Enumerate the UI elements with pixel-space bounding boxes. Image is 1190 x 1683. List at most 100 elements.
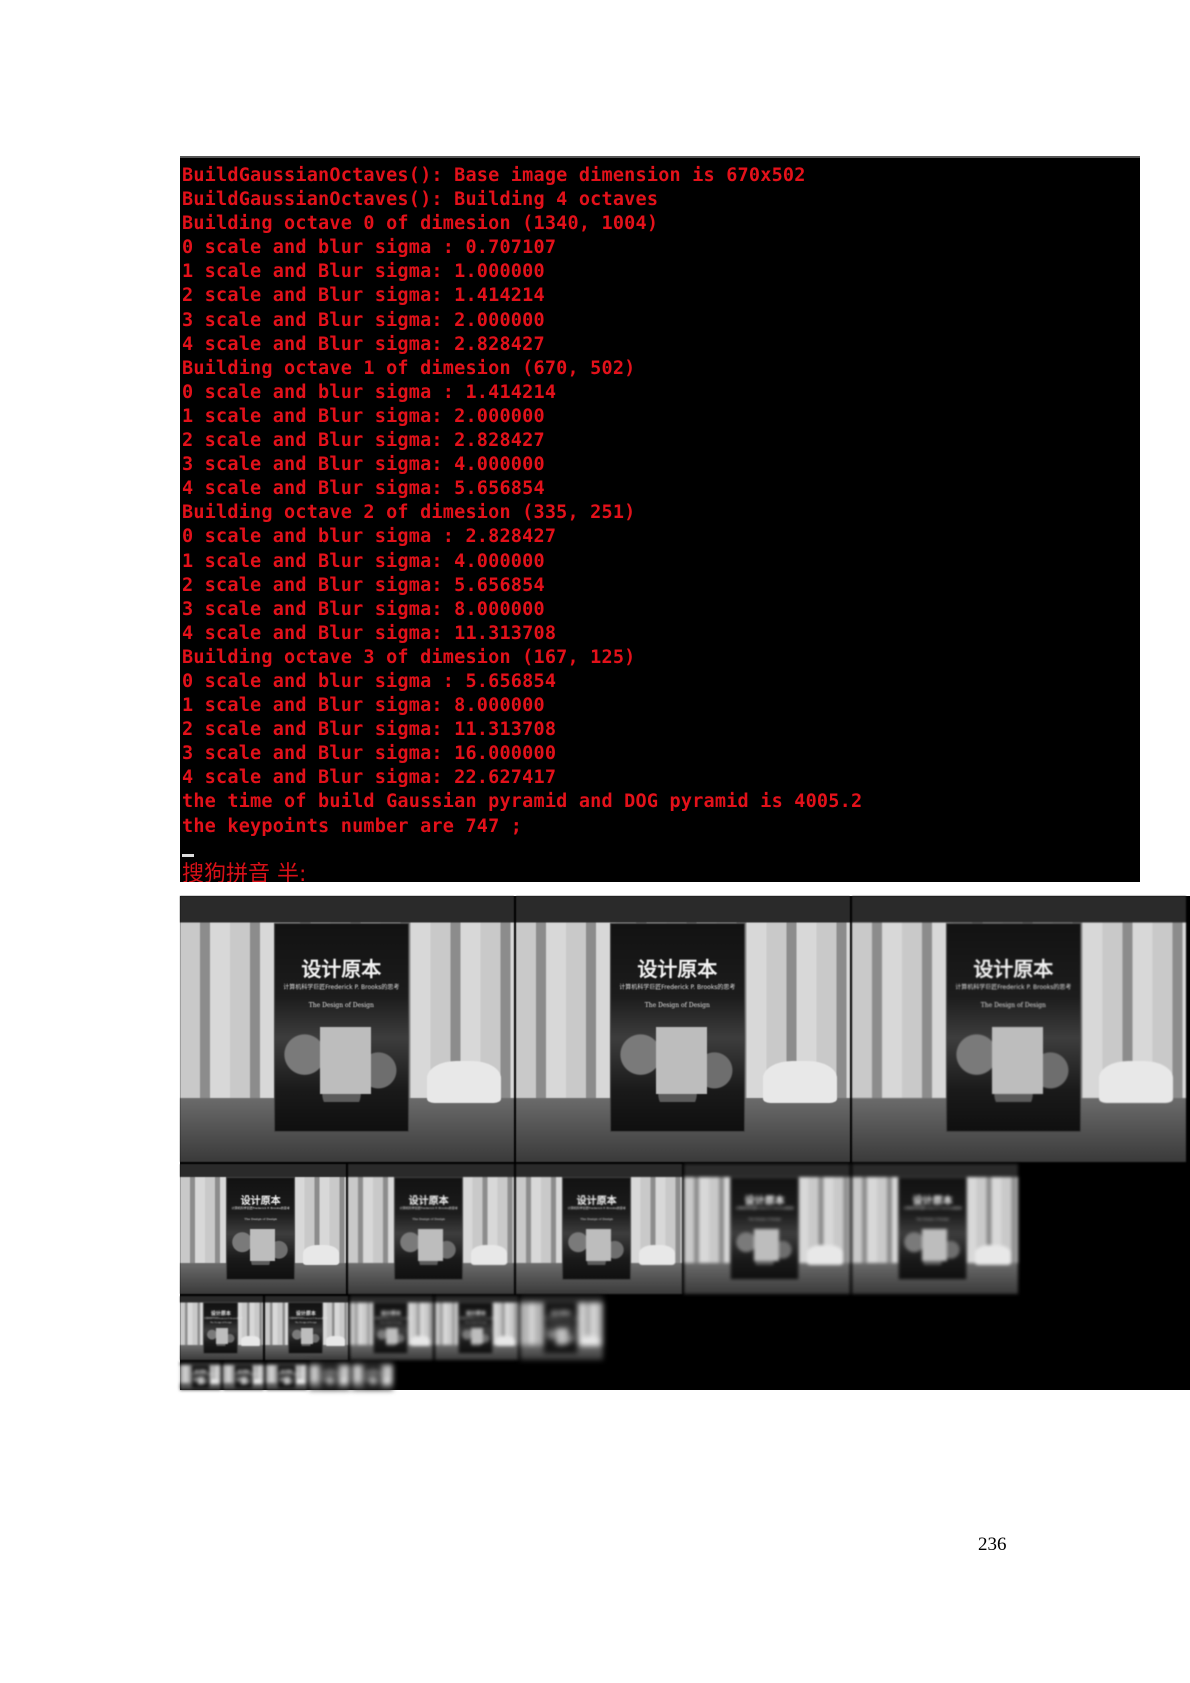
book-subtitle: 计算机科学巨匠Frederick P. Brooks的思考 xyxy=(567,1206,626,1211)
pyramid-tile: 设计原本计算机科学巨匠Frederick P. Brooks的思考The Des… xyxy=(223,1362,264,1390)
book-english-title: The Design of Design xyxy=(412,1216,445,1221)
lamp xyxy=(241,1335,260,1346)
console-line: Building octave 0 of dimesion (1340, 100… xyxy=(182,213,659,235)
book-title: 设计原本 xyxy=(973,956,1054,981)
book-title: 设计原本 xyxy=(301,956,382,981)
lamp xyxy=(763,1060,837,1104)
console-line: 1 scale and Blur sigma: 2.000000 xyxy=(182,405,545,427)
book-english-title: The Design of Design xyxy=(980,1002,1046,1010)
cover-photo xyxy=(370,1376,377,1384)
console-line: 0 scale and blur sigma : 5.656854 xyxy=(182,670,557,692)
pyramid-tile: 设计原本计算机科学巨匠Frederick P. Brooks的思考The Des… xyxy=(352,1362,393,1390)
lamp xyxy=(339,1379,349,1384)
console-line: 2 scale and Blur sigma: 11.313708 xyxy=(182,719,557,741)
book-english-title: The Design of Design xyxy=(644,1002,710,1010)
book-title: 设计原本 xyxy=(240,1196,281,1208)
book-subtitle: 计算机科学巨匠Frederick P. Brooks的思考 xyxy=(399,1206,458,1211)
book-english-title: The Design of Design xyxy=(294,1322,317,1325)
book-cover: 设计原本计算机科学巨匠Frederick P. Brooks的思考The Des… xyxy=(288,1302,328,1355)
console-line: 4 scale and Blur sigma: 22.627417 xyxy=(182,767,557,789)
pyramid-tile: 设计原本计算机科学巨匠Frederick P. Brooks的思考 The Des… xyxy=(852,1164,1018,1294)
lamp xyxy=(581,1335,600,1346)
lamp xyxy=(1099,1060,1173,1104)
book-cover: 设计原本计算机科学巨匠Frederick P. Brooks的思考The Des… xyxy=(191,1364,221,1389)
console-line: 2 scale and Blur sigma: 5.656854 xyxy=(182,574,545,596)
cover-photo xyxy=(470,1328,484,1345)
pyramid-tile: 设计原本计算机科学巨匠Frederick P. Brooks的思考 The Des… xyxy=(852,896,1186,1162)
book-subtitle: 计算机科学巨匠Frederick P. Brooks的思考 xyxy=(283,983,400,991)
pyramid-tile: 设计原本计算机科学巨匠Frederick P. Brooks的思考The Des… xyxy=(180,1164,346,1294)
lamp xyxy=(296,1379,306,1384)
console-line: 1 scale and Blur sigma: 1.000000 xyxy=(182,261,545,283)
cover-photo xyxy=(385,1328,399,1345)
pyramid-tile: 设计原本计算机科学巨匠Frederick P. Brooks的思考The Des… xyxy=(266,1362,307,1390)
book-cover: 设计原本计算机科学巨匠Frederick P. Brooks的思考The Des… xyxy=(543,1302,583,1355)
book-english-title: The Design of Design xyxy=(321,1374,344,1377)
book-title: 设计原本 xyxy=(637,956,718,981)
book-cover: 设计原本计算机科学巨匠Frederick P. Brooks的思考The Des… xyxy=(320,1364,350,1389)
ime-status-bar: 搜狗拼音 半: xyxy=(182,862,307,882)
console-line: 1 scale and Blur sigma: 8.000000 xyxy=(182,695,545,717)
pyramid-tile: 设计原本计算机科学巨匠Frederick P. Brooks的思考The Des… xyxy=(684,1164,850,1294)
pyramid-tile: 设计原本计算机科学巨匠Frederick P. Brooks的思考The Des… xyxy=(180,1296,263,1360)
console-line: 3 scale and Blur sigma: 4.000000 xyxy=(182,454,545,476)
pyramid-tile: 设计原本计算机科学巨匠Frederick P. Brooks的思考The Des… xyxy=(309,1362,350,1390)
console-output: BuildGaussianOctaves(): Base image dimen… xyxy=(182,164,862,839)
book-english-title: The Design of Design xyxy=(748,1216,781,1221)
lamp xyxy=(427,1060,501,1104)
book-cover: 设计原本计算机科学巨匠Frederick P. Brooks的思考 The Des… xyxy=(394,1177,463,1281)
cover-photo xyxy=(922,1228,948,1262)
pyramid-tile: 设计原本计算机科学巨匠Frederick P. Brooks的思考The Des… xyxy=(265,1296,348,1360)
book-subtitle: 计算机科学巨匠Frederick P. Brooks的思考 xyxy=(204,1318,243,1321)
book-title: 设计原本 xyxy=(465,1311,486,1318)
cover-photo xyxy=(198,1376,205,1384)
book-english-title: The Design of Design xyxy=(192,1374,215,1377)
book-title: 设计原本 xyxy=(408,1196,449,1208)
cover-photo xyxy=(586,1228,612,1262)
console-line: BuildGaussianOctaves(): Building 4 octav… xyxy=(182,189,659,211)
pyramid-tile: 设计原本计算机科学巨匠Frederick P. Brooks的思考The Des… xyxy=(435,1296,518,1360)
lamp xyxy=(411,1335,430,1346)
console-line: 0 scale and blur sigma : 1.414214 xyxy=(182,381,557,403)
console-line: 2 scale and Blur sigma: 1.414214 xyxy=(182,285,545,307)
console-line: 3 scale and Blur sigma: 16.000000 xyxy=(182,743,557,765)
book-english-title: The Design of Design xyxy=(244,1216,277,1221)
book-cover: 设计原本计算机科学巨匠Frederick P. Brooks的思考 The Des… xyxy=(273,922,410,1133)
book-cover: 设计原本计算机科学巨匠Frederick P. Brooks的思考 The Des… xyxy=(562,1177,631,1281)
console-screenshot: BuildGaussianOctaves(): Base image dimen… xyxy=(180,156,1140,882)
book-cover: 设计原本计算机科学巨匠Frederick P. Brooks的思考The Des… xyxy=(226,1177,295,1281)
book-subtitle: 计算机科学巨匠Frederick P. Brooks的思考 xyxy=(289,1318,328,1321)
book-title: 设计原本 xyxy=(744,1196,785,1208)
pyramid-tile: 设计原本计算机科学巨匠Frederick P. Brooks的思考 The Des… xyxy=(180,896,514,1162)
console-line: the keypoints number are 747 ; xyxy=(182,815,523,837)
book-cover: 设计原本计算机科学巨匠Frederick P. Brooks的思考The Des… xyxy=(234,1364,264,1389)
book-cover: 设计原本计算机科学巨匠Frederick P. Brooks的思考 The Des… xyxy=(609,922,746,1133)
book-subtitle: 计算机科学巨匠Frederick P. Brooks的思考 xyxy=(544,1318,583,1321)
book-english-title: The Design of Design xyxy=(308,1002,374,1010)
lamp xyxy=(496,1335,515,1346)
book-subtitle: 计算机科学巨匠Frederick P. Brooks的思考 xyxy=(459,1318,498,1321)
book-cover: 设计原本计算机科学巨匠Frederick P. Brooks的思考The Des… xyxy=(363,1364,393,1389)
cover-photo xyxy=(327,1376,334,1384)
book-title: 设计原本 xyxy=(210,1311,231,1318)
cover-photo xyxy=(418,1228,444,1262)
book-title: 设计原本 xyxy=(576,1196,617,1208)
book-english-title: The Design of Design xyxy=(916,1216,949,1221)
lamp xyxy=(326,1335,345,1346)
cover-photo xyxy=(555,1328,569,1345)
book-title: 设计原本 xyxy=(550,1311,571,1318)
console-line: the time of build Gaussian pyramid and D… xyxy=(182,791,863,813)
cover-photo xyxy=(250,1228,276,1262)
book-english-title: The Design of Design xyxy=(580,1216,613,1221)
book-subtitle: 计算机科学巨匠Frederick P. Brooks的思考 xyxy=(955,983,1072,991)
lamp xyxy=(253,1379,263,1384)
lamp xyxy=(806,1244,844,1266)
book-subtitle: 计算机科学巨匠Frederick P. Brooks的思考 xyxy=(903,1206,962,1211)
console-line: 0 scale and blur sigma : 0.707107 xyxy=(182,237,557,259)
pyramid-tile: 设计原本计算机科学巨匠Frederick P. Brooks的思考 The Des… xyxy=(348,1164,514,1294)
book-subtitle: 计算机科学巨匠Frederick P. Brooks的思考 xyxy=(619,983,736,991)
book-cover: 设计原本计算机科学巨匠Frederick P. Brooks的思考The Des… xyxy=(730,1177,799,1281)
book-title: 设计原本 xyxy=(912,1196,953,1208)
lamp xyxy=(470,1244,508,1266)
book-english-title: The Design of Design xyxy=(209,1322,232,1325)
